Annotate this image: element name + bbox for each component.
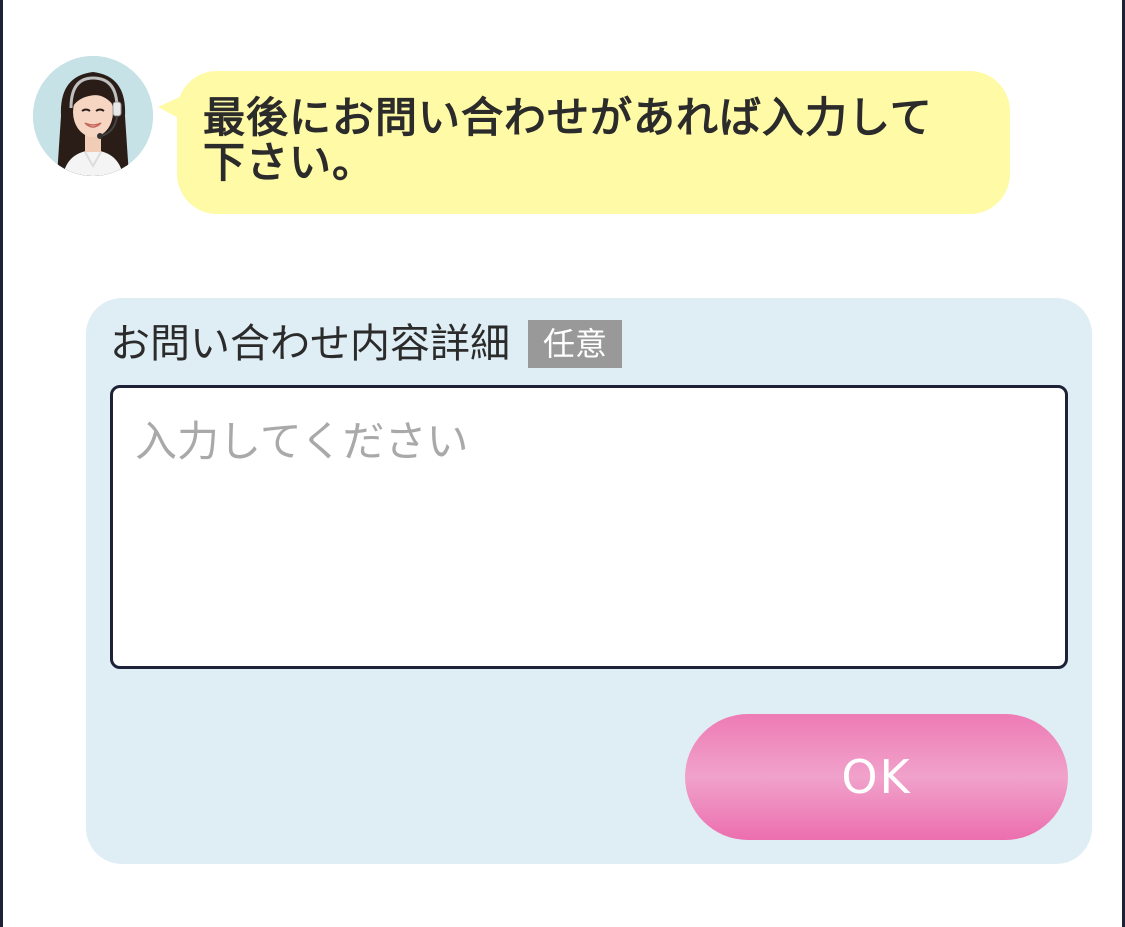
inquiry-detail-textarea[interactable] — [110, 385, 1068, 669]
speech-bubble: 最後にお問い合わせがあれば入力して下さい。 — [177, 71, 1010, 214]
window-border-left — [0, 0, 3, 927]
chat-message: 最後にお問い合わせがあれば入力して下さい。 — [203, 93, 933, 187]
operator-avatar — [33, 56, 153, 176]
inquiry-form-panel: お問い合わせ内容詳細 任意 OK — [86, 298, 1092, 864]
inquiry-detail-label: お問い合わせ内容詳細 — [110, 321, 510, 367]
optional-badge: 任意 — [528, 320, 623, 368]
operator-avatar-icon — [33, 56, 153, 176]
field-label-row: お問い合わせ内容詳細 任意 — [110, 320, 623, 368]
ok-button[interactable]: OK — [685, 714, 1068, 840]
